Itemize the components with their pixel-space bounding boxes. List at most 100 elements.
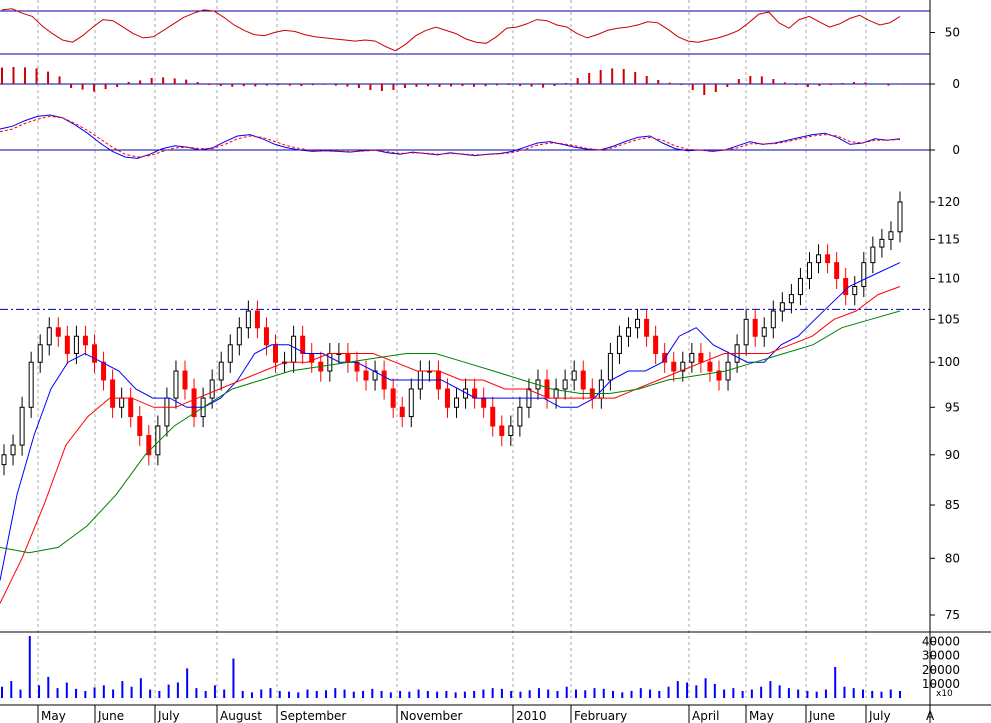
candle-body-54: [490, 406, 496, 427]
candle-body-53: [481, 397, 487, 408]
candle-body-24: [218, 361, 224, 381]
candle-body-20: [182, 370, 188, 390]
panel-frame: [0, 0, 991, 723]
candle-body-0: [1, 454, 7, 466]
candle-body-70: [635, 318, 641, 329]
candle-body-68: [616, 335, 622, 354]
candle-body-78: [707, 361, 713, 372]
candle-body-38: [345, 352, 351, 363]
x-tick-label-1: June: [97, 709, 124, 723]
candle-body-49: [444, 388, 450, 408]
x-tick-label-8: April: [692, 709, 719, 723]
price-tick-label-9: 75: [945, 608, 960, 622]
candle-body-23: [209, 379, 215, 399]
candle-body-87: [788, 294, 794, 304]
x-tick-label-5: November: [400, 709, 462, 723]
candle-body-92: [834, 262, 840, 279]
candle-body-77: [698, 352, 704, 363]
volume-tick-label-2: 20000: [922, 663, 960, 677]
candle-body-12: [110, 379, 116, 408]
y-axis-labels: 50 0 0 120 115 110 105 100 95 90 85 80 75 40000300002…: [922, 26, 960, 700]
x-tick-label-7: February: [574, 709, 627, 723]
macd-panel: [0, 114, 930, 159]
x-tick-label-10: June: [808, 709, 835, 723]
x-tick-label-11: July: [868, 709, 891, 723]
candle-body-57: [517, 406, 523, 427]
candle-body-8: [73, 335, 79, 354]
price-tick-label-0: 120: [937, 195, 960, 209]
volume-tick-label-0: 40000: [922, 635, 960, 649]
candle-body-93: [843, 277, 849, 296]
candle-body-1: [10, 444, 16, 456]
price-tick-label-5: 95: [945, 400, 960, 414]
volume-tick-label-1: 30000: [922, 649, 960, 663]
x-tick-label-3: August: [220, 709, 262, 723]
candle-body-95: [861, 262, 867, 287]
candle-body-62: [562, 379, 568, 390]
x-tick-label-9: May: [749, 709, 774, 723]
x-axis: May June July August September November 2010 Fe…: [37, 705, 935, 723]
price-tick-label-3: 105: [937, 312, 960, 326]
candle-body-6: [55, 327, 61, 337]
macd-line-1: [0, 115, 901, 158]
candle-body-88: [797, 277, 803, 296]
candle-body-9: [82, 335, 88, 346]
candle-body-94: [852, 285, 858, 296]
candle-body-82: [743, 318, 749, 346]
candle-body-90: [816, 254, 822, 264]
candle-body-99: [897, 201, 903, 233]
oscillator-line-0: [1, 8, 901, 52]
candle-body-30: [273, 344, 279, 363]
candle-body-96: [870, 246, 876, 264]
moving-average-2: [0, 310, 901, 554]
volume-unit-label: x10: [936, 689, 953, 699]
candle-body-45: [408, 388, 414, 418]
candle-body-18: [164, 397, 170, 427]
price-tick-label-1: 115: [937, 232, 960, 246]
oscillator-tick-label-0: 50: [945, 26, 960, 40]
x-tick-label-0: May: [41, 709, 66, 723]
candle-body-11: [101, 361, 107, 381]
candle-body-89: [806, 262, 812, 279]
vertical-gridlines: [37, 0, 867, 698]
candle-body-4: [37, 344, 43, 363]
candle-body-67: [607, 352, 613, 381]
candle-body-60: [544, 379, 550, 399]
candle-body-14: [128, 397, 134, 418]
candle-body-44: [399, 406, 405, 418]
candle-body-13: [119, 397, 125, 408]
candle-body-86: [779, 302, 785, 312]
candle-body-43: [390, 388, 396, 408]
stock-chart: 5000120115110105100959085807540000300002…: [0, 0, 991, 723]
candle-body-29: [263, 327, 269, 346]
candle-body-40: [363, 370, 369, 381]
volume-panel: [1, 636, 901, 698]
candle-body-25: [227, 344, 233, 363]
candle-body-74: [671, 361, 677, 372]
candle-body-85: [770, 310, 776, 329]
price-tick-label-8: 80: [945, 551, 960, 565]
candle-body-71: [644, 318, 650, 337]
x-tick-label-edge: A: [926, 709, 935, 723]
candle-body-42: [381, 370, 387, 390]
x-tick-label-4: September: [280, 709, 346, 723]
candle-body-98: [888, 231, 894, 240]
macd-line-0: [0, 114, 901, 159]
candle-body-15: [137, 416, 143, 436]
histogram-tick-label-0: 0: [952, 77, 960, 91]
moving-average-0: [0, 262, 901, 581]
candle-body-28: [254, 310, 260, 329]
candle-body-64: [580, 370, 586, 390]
candle-body-3: [28, 361, 34, 408]
candle-body-84: [761, 327, 767, 337]
candle-body-27: [245, 310, 251, 329]
candle-body-32: [291, 335, 297, 363]
price-tick-label-6: 90: [945, 448, 960, 462]
histogram-panel: [0, 67, 930, 95]
price-tick-label-7: 85: [945, 498, 960, 512]
x-tick-label-2: July: [157, 709, 180, 723]
candle-body-83: [752, 318, 758, 337]
candle-body-69: [625, 327, 631, 337]
candle-body-55: [499, 425, 505, 436]
price-tick-label-2: 110: [937, 271, 960, 285]
